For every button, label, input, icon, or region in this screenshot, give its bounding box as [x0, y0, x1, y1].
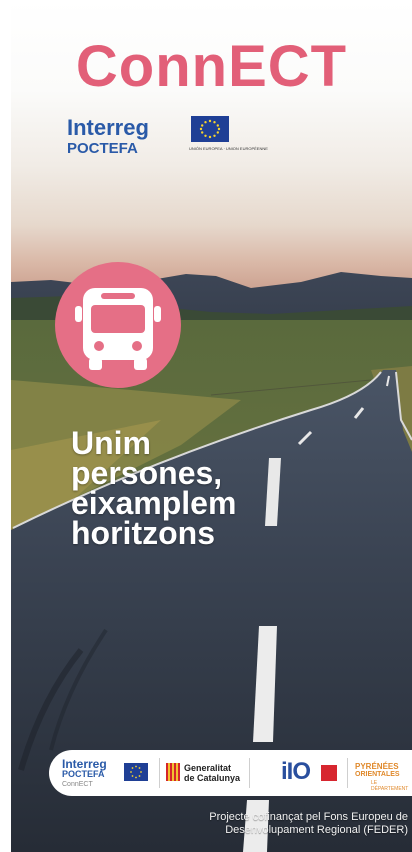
eu-caption: UNIÓN EUROPEA · UNION EUROPÉENNE — [189, 146, 268, 151]
pyrenees-label-line-2: ORIENTALES — [355, 771, 400, 778]
slogan: Unim persones, eixamplem horitzons — [71, 425, 237, 551]
partner-logo-bar: Interreg POCTEFA ConnECT Generalitat de … — [49, 750, 412, 796]
partner-eu-flag-icon — [124, 763, 148, 781]
funding-footnote-line-1: Projecte cofinançat pel Fons Europeu de — [209, 811, 408, 823]
generalitat-label-line-1: Generalitat — [184, 763, 232, 773]
funding-footnote-line-2: Desenvolupament Regional (FEDER) — [225, 824, 408, 836]
slogan-line-1: Unim — [71, 425, 151, 461]
interreg-wordmark: Interreg — [67, 115, 149, 140]
pyrenees-label-line-3: LE DÉPARTEMENT — [371, 780, 409, 792]
eu-flag-icon — [191, 116, 229, 142]
funding-footnote: Projecte cofinançat pel Fons Europeu de … — [209, 811, 408, 837]
slogan-line-4: horitzons — [71, 515, 215, 551]
occitanie-logo-icon — [321, 765, 337, 781]
bus-icon — [55, 262, 181, 388]
interreg-logo: Interreg POCTEFA — [67, 115, 149, 157]
partner-divider — [159, 758, 160, 788]
poster: ConnECT Interreg POCTEFA UNIÓN EUROPEA ·… — [11, 0, 412, 852]
generalitat-emblem-icon — [166, 763, 180, 781]
pyrenees-label-line-1: PYRÉNÉES — [355, 762, 399, 771]
partner-project-label: ConnECT — [62, 781, 93, 788]
slogan-line-3: eixamplem — [71, 485, 237, 521]
poctefa-wordmark: POCTEFA — [67, 140, 138, 157]
partner-divider — [249, 758, 250, 788]
iio-logo: iIO — [281, 758, 311, 785]
generalitat-label-line-2: de Catalunya — [184, 773, 241, 783]
slogan-line-2: persones, — [71, 455, 223, 491]
partner-poctefa-label: POCTEFA — [62, 769, 105, 779]
brand-title: ConnECT — [75, 34, 348, 99]
partner-divider — [347, 758, 348, 788]
